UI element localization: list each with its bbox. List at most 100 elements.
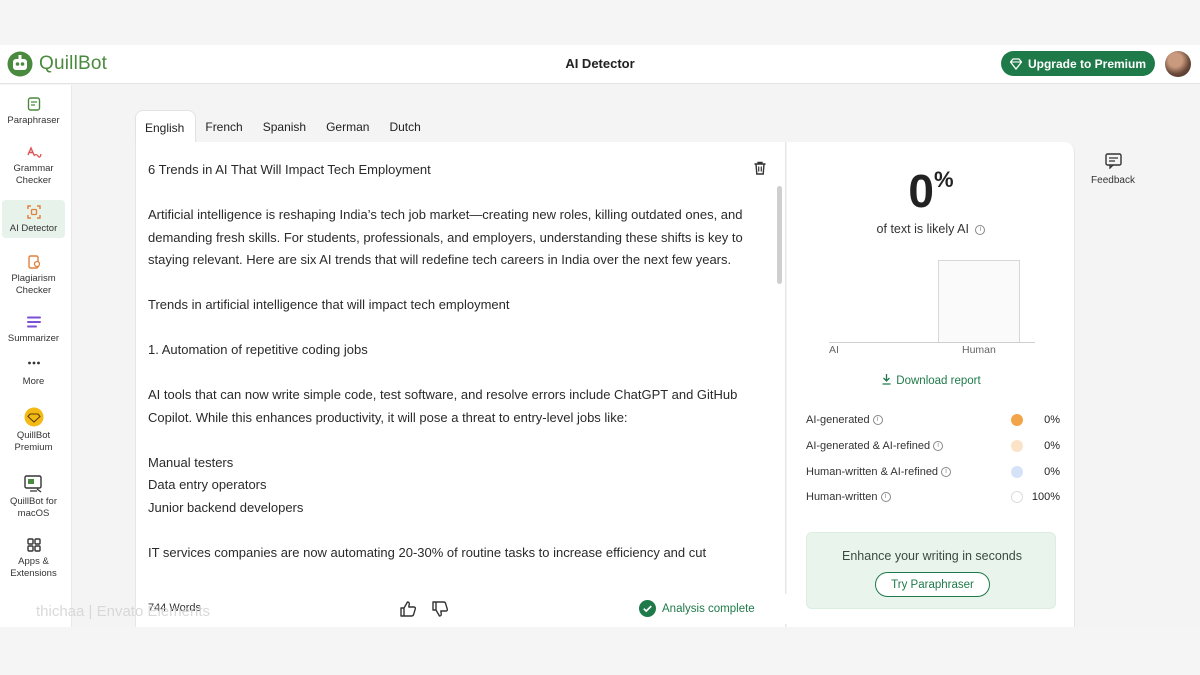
download-report-label: Download report [896,375,981,387]
premium-diamond-icon [24,407,43,427]
info-icon[interactable]: i [941,466,952,477]
feedback-button[interactable]: Feedback [1090,153,1136,186]
more-dots-icon [27,361,40,365]
sidebar-item-label: Plagiarism Checker [11,273,56,296]
user-avatar[interactable] [1165,51,1191,77]
sidebar-item-grammar-checker[interactable]: Grammar Checker [2,144,65,187]
promo-text: Enhance your writing in seconds [842,549,1022,563]
legend-percent: 100% [1031,491,1060,504]
sidebar: Paraphraser Grammar Checker AI Detector … [0,85,72,627]
paragraph: 1. Automation of repetitive coding jobs [148,342,368,357]
tab-french[interactable]: French [196,110,253,142]
sidebar-item-label: Paraphraser [7,115,60,126]
legend-label: Human-written [806,491,878,504]
check-circle-icon [639,600,656,617]
sidebar-item-ai-detector[interactable]: AI Detector [2,200,65,238]
legend-row-ai-generated: AI-generated i 0% [806,414,1061,440]
plagiarism-checker-icon [27,255,40,269]
editor-footer: 744 Words Analysis complete [136,594,787,624]
tab-english[interactable]: English [135,110,197,142]
legend-dot [1011,465,1023,478]
sidebar-item-label: Summarizer [7,333,60,344]
legend-label: AI-generated & AI-refined [806,439,931,452]
ai-score-value: 0 [908,165,935,217]
info-icon[interactable]: i [975,224,986,235]
paragraph: Artificial intelligence is reshaping Ind… [148,207,743,267]
legend-percent: 0% [1044,465,1060,478]
legend-row-human-written-ai-refined: Human-written & AI-refined i 0% [806,465,1061,492]
download-report-link[interactable]: Download report [787,373,1075,387]
grammar-checker-icon [26,146,42,158]
list-item: Data entry operators [148,477,267,492]
score-caption: of text is likely AI i [787,222,1075,236]
list-item: Manual testers [148,454,234,470]
feedback-icon [1104,153,1122,169]
sidebar-item-paraphraser[interactable]: Paraphraser [2,96,65,127]
legend-dot [1011,439,1023,452]
legend-dot [1011,414,1023,426]
watermark: thichaa | Envato Elements [36,603,210,620]
thumbs-down-icon[interactable] [431,600,449,618]
upgrade-label: Upgrade to Premium [1027,56,1147,71]
sidebar-item-plagiarism-checker[interactable]: Plagiarism Checker [2,254,65,297]
language-tabs: English French Spanish German Dutch [135,110,432,142]
legend-label: AI-generated [806,414,870,426]
trash-icon[interactable] [752,160,768,176]
sidebar-item-quillbot-for-macos[interactable]: QuillBot for macOS [2,475,65,520]
document-text[interactable]: 6 Trends in AI That Will Impact Tech Emp… [148,159,744,587]
sidebar-item-quillbot-premium[interactable]: QuillBot Premium [2,407,65,454]
sidebar-item-label: Apps & Extensions [10,556,57,579]
chart-x-axis [829,342,1035,343]
legend-label: Human-written & AI-refined [806,465,939,478]
legend-dot [1011,491,1023,504]
sidebar-item-apps-extensions[interactable]: Apps & Extensions [2,537,65,580]
tab-dutch[interactable]: Dutch [380,110,431,142]
chart-bar-human [938,260,1020,342]
analysis-status: Analysis complete [639,600,755,617]
info-icon[interactable]: i [880,492,891,503]
upgrade-to-premium-button[interactable]: Upgrade to Premium [1001,51,1155,76]
ai-human-bar-chart: AI Human [829,254,1035,356]
sidebar-item-label: AI Detector [9,223,58,234]
sidebar-item-more[interactable]: More [2,357,65,388]
quillbot-logo[interactable]: QuillBot [7,51,107,77]
sidebar-item-summarizer[interactable]: Summarizer [2,314,65,345]
ai-detector-icon [26,205,41,219]
text-editor[interactable]: 6 Trends in AI That Will Impact Tech Emp… [135,142,787,627]
legend-row-ai-generated-ai-refined: AI-generated & AI-refined i 0% [806,439,1061,466]
info-icon[interactable]: i [872,415,883,426]
sidebar-item-label: QuillBot Premium [14,430,53,453]
diamond-icon [1009,57,1022,70]
ai-score: 0% [787,164,1075,218]
info-icon[interactable]: i [933,440,944,451]
legend-percent: 0% [1044,414,1060,426]
top-bar: QuillBot AI Detector Upgrade to Premium [0,45,1200,84]
paragraph: AI tools that can now write simple code,… [148,387,738,425]
list-item: Junior backend developers [148,499,304,515]
tab-german[interactable]: German [317,110,380,142]
breakdown-legend: AI-generated i 0% AI-generated & AI-refin… [806,414,1061,517]
download-icon [882,374,891,385]
chart-tick-label-ai: AI [829,344,839,356]
analysis-status-text: Analysis complete [662,602,755,615]
sidebar-item-label: More [22,376,45,387]
score-caption-text: of text is likely AI [876,222,969,236]
try-paraphraser-button[interactable]: Try Paraphraser [875,572,990,597]
feedback-label: Feedback [1091,175,1135,186]
legend-percent: 0% [1044,439,1060,452]
sidebar-item-label: Grammar Checker [13,163,54,186]
quillbot-logo-icon [7,51,33,77]
sidebar-item-label: QuillBot for macOS [10,496,57,519]
paraphraser-icon [27,97,40,111]
summarizer-icon [26,316,41,328]
results-panel: 0% of text is likely AI i AI Human Downlo… [787,142,1075,627]
tab-spanish[interactable]: Spanish [254,110,317,142]
ai-score-unit: % [934,167,954,192]
document-title: 6 Trends in AI That Will Impact Tech Emp… [148,162,431,177]
paragraph: Trends in artificial intelligence that w… [148,297,510,312]
thumbs-up-icon[interactable] [399,600,417,618]
legend-row-human-written: Human-written i 100% [806,491,1061,517]
chart-tick-label-human: Human [962,344,996,356]
editor-scrollbar[interactable] [777,186,782,284]
paragraph: IT services companies are now automating… [148,544,707,560]
